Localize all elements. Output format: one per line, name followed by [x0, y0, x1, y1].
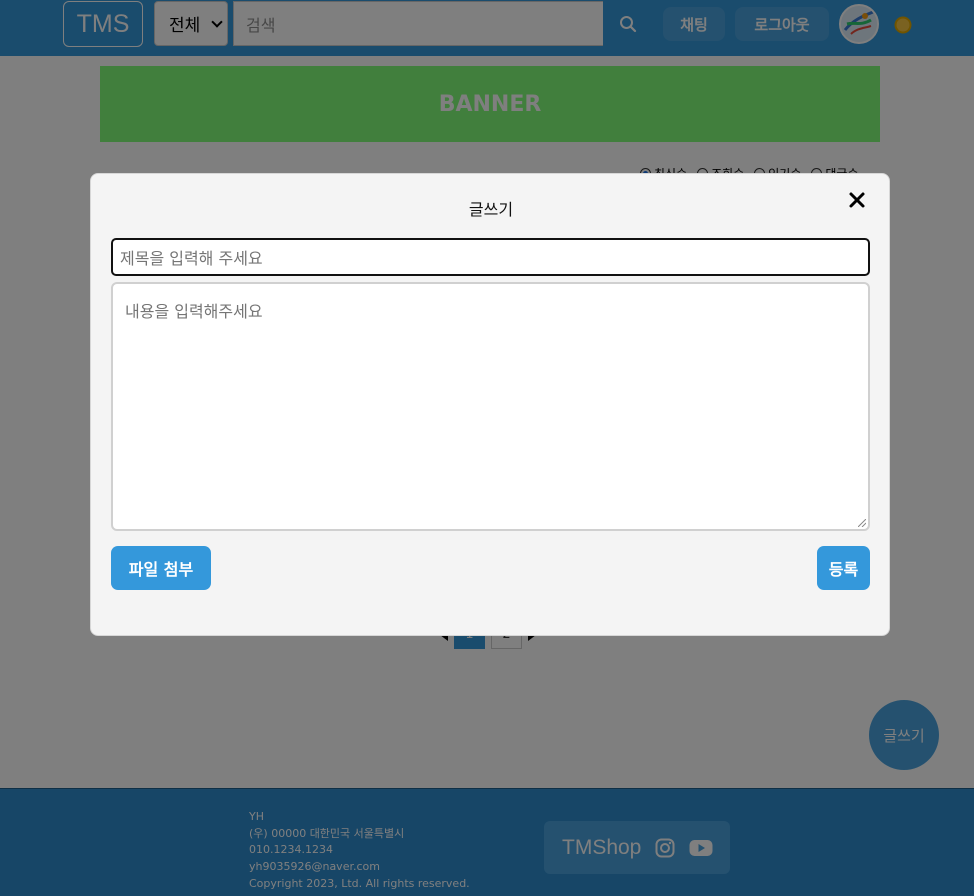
post-title-input[interactable]: 제목을 입력해 주세요 — [111, 238, 870, 276]
modal-title: 글쓰기 — [468, 200, 514, 219]
write-post-modal: 글쓰기 제목을 입력해 주세요 내용을 입력해주세요 파일 첨부 등록 — [90, 173, 890, 636]
submit-button[interactable]: 등록 — [817, 546, 870, 590]
attach-file-button[interactable]: 파일 첨부 — [111, 546, 211, 590]
post-content-placeholder: 내용을 입력해주세요 — [125, 302, 263, 321]
close-icon[interactable] — [847, 190, 867, 210]
post-title-placeholder: 제목을 입력해 주세요 — [120, 249, 263, 268]
resize-handle-icon[interactable] — [858, 519, 866, 527]
post-content-textarea[interactable]: 내용을 입력해주세요 — [111, 282, 870, 531]
